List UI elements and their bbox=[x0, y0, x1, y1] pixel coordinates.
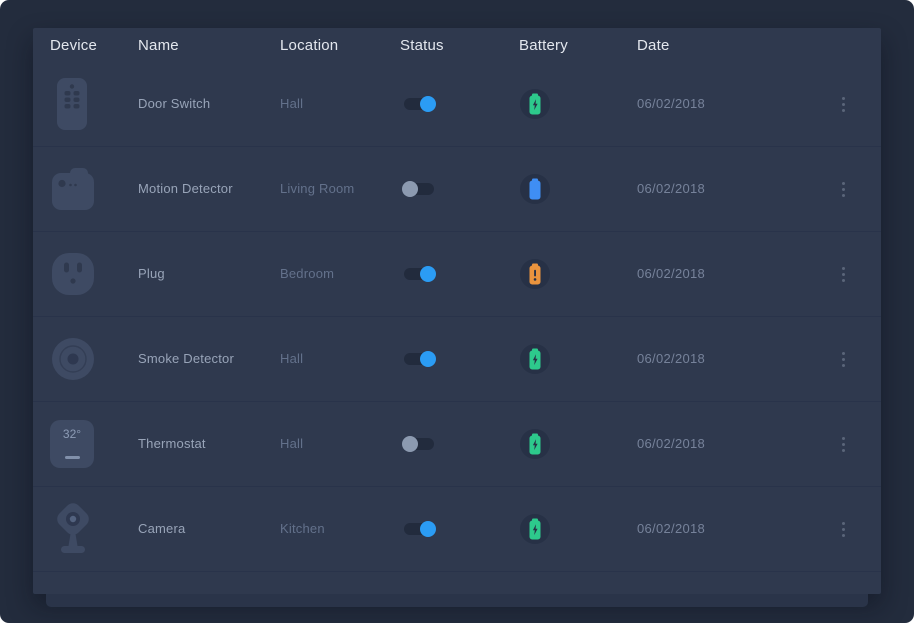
status-toggle[interactable] bbox=[404, 268, 434, 280]
toggle-knob bbox=[420, 96, 436, 112]
device-icon-cell bbox=[33, 77, 138, 131]
toggle-knob bbox=[420, 521, 436, 537]
column-header-name: Name bbox=[138, 37, 280, 54]
battery-charging-icon bbox=[527, 518, 543, 540]
device-location: Living Room bbox=[280, 181, 354, 196]
battery-charging-icon bbox=[527, 433, 543, 455]
status-toggle[interactable] bbox=[404, 183, 434, 195]
column-header-device: Device bbox=[33, 37, 138, 54]
smoke-detector-icon bbox=[50, 336, 96, 382]
device-date: 06/02/2018 bbox=[637, 266, 705, 281]
battery-full-icon bbox=[527, 178, 543, 200]
device-date: 06/02/2018 bbox=[637, 521, 705, 536]
row-menu-button[interactable] bbox=[835, 347, 852, 372]
device-icon-cell: 32° bbox=[33, 420, 138, 468]
thermostat-temperature: 32° bbox=[63, 427, 81, 441]
row-menu-button[interactable] bbox=[835, 177, 852, 202]
app-window: DeviceNameLocationStatusBatteryDate Door… bbox=[0, 0, 914, 623]
device-icon-cell bbox=[33, 167, 138, 211]
table-header: DeviceNameLocationStatusBatteryDate bbox=[33, 28, 881, 62]
status-toggle[interactable] bbox=[404, 98, 434, 110]
status-toggle[interactable] bbox=[404, 438, 434, 450]
device-date: 06/02/2018 bbox=[637, 96, 705, 111]
table-row: Camera Kitchen 06/02/2018 bbox=[33, 487, 881, 572]
row-menu-button[interactable] bbox=[835, 92, 852, 117]
device-location: Hall bbox=[280, 351, 303, 366]
toggle-knob bbox=[402, 436, 418, 452]
device-name: Smoke Detector bbox=[138, 351, 234, 366]
stacked-card-edge bbox=[46, 594, 868, 607]
row-menu-button[interactable] bbox=[835, 432, 852, 457]
column-header-status: Status bbox=[400, 37, 519, 54]
plug-icon bbox=[50, 251, 96, 297]
battery-low-icon bbox=[527, 263, 543, 285]
device-name: Door Switch bbox=[138, 96, 210, 111]
status-toggle[interactable] bbox=[404, 353, 434, 365]
device-location: Bedroom bbox=[280, 266, 334, 281]
device-name: Plug bbox=[138, 266, 165, 281]
device-date: 06/02/2018 bbox=[637, 436, 705, 451]
column-header-location: Location bbox=[280, 37, 400, 54]
motion-detector-icon bbox=[50, 167, 96, 211]
row-menu-button[interactable] bbox=[835, 517, 852, 542]
row-menu-button[interactable] bbox=[835, 262, 852, 287]
table-row: Plug Bedroom 06/02/2018 bbox=[33, 232, 881, 317]
table-row: Door Switch Hall 06/02/2018 bbox=[33, 62, 881, 147]
thermostat-icon: 32° bbox=[50, 420, 94, 468]
column-header-battery: Battery bbox=[519, 37, 637, 54]
camera-icon bbox=[50, 500, 96, 558]
device-icon-cell bbox=[33, 500, 138, 558]
battery-indicator bbox=[520, 89, 550, 119]
device-location: Hall bbox=[280, 436, 303, 451]
device-name: Camera bbox=[138, 521, 185, 536]
device-name: Thermostat bbox=[138, 436, 206, 451]
column-header-date: Date bbox=[637, 37, 833, 54]
device-name: Motion Detector bbox=[138, 181, 233, 196]
battery-indicator bbox=[520, 174, 550, 204]
battery-charging-icon bbox=[527, 93, 543, 115]
battery-indicator bbox=[520, 259, 550, 289]
device-location: Kitchen bbox=[280, 521, 325, 536]
toggle-knob bbox=[420, 266, 436, 282]
table-row: Motion Detector Living Room 06/02/2018 bbox=[33, 147, 881, 232]
device-date: 06/02/2018 bbox=[637, 181, 705, 196]
table-row: 32° Thermostat Hall 06/02/2018 bbox=[33, 402, 881, 487]
table-body: Door Switch Hall 06/02/2018 Motion Detec… bbox=[33, 62, 881, 572]
device-location: Hall bbox=[280, 96, 303, 111]
battery-charging-icon bbox=[527, 348, 543, 370]
thermostat-line bbox=[65, 456, 80, 459]
device-table-card: DeviceNameLocationStatusBatteryDate Door… bbox=[33, 28, 881, 594]
device-date: 06/02/2018 bbox=[637, 351, 705, 366]
device-icon-cell bbox=[33, 336, 138, 382]
toggle-knob bbox=[402, 181, 418, 197]
battery-indicator bbox=[520, 514, 550, 544]
status-toggle[interactable] bbox=[404, 523, 434, 535]
toggle-knob bbox=[420, 351, 436, 367]
table-row: Smoke Detector Hall 06/02/2018 bbox=[33, 317, 881, 402]
device-icon-cell bbox=[33, 251, 138, 297]
battery-indicator bbox=[520, 344, 550, 374]
battery-indicator bbox=[520, 429, 550, 459]
remote-icon bbox=[50, 77, 94, 131]
